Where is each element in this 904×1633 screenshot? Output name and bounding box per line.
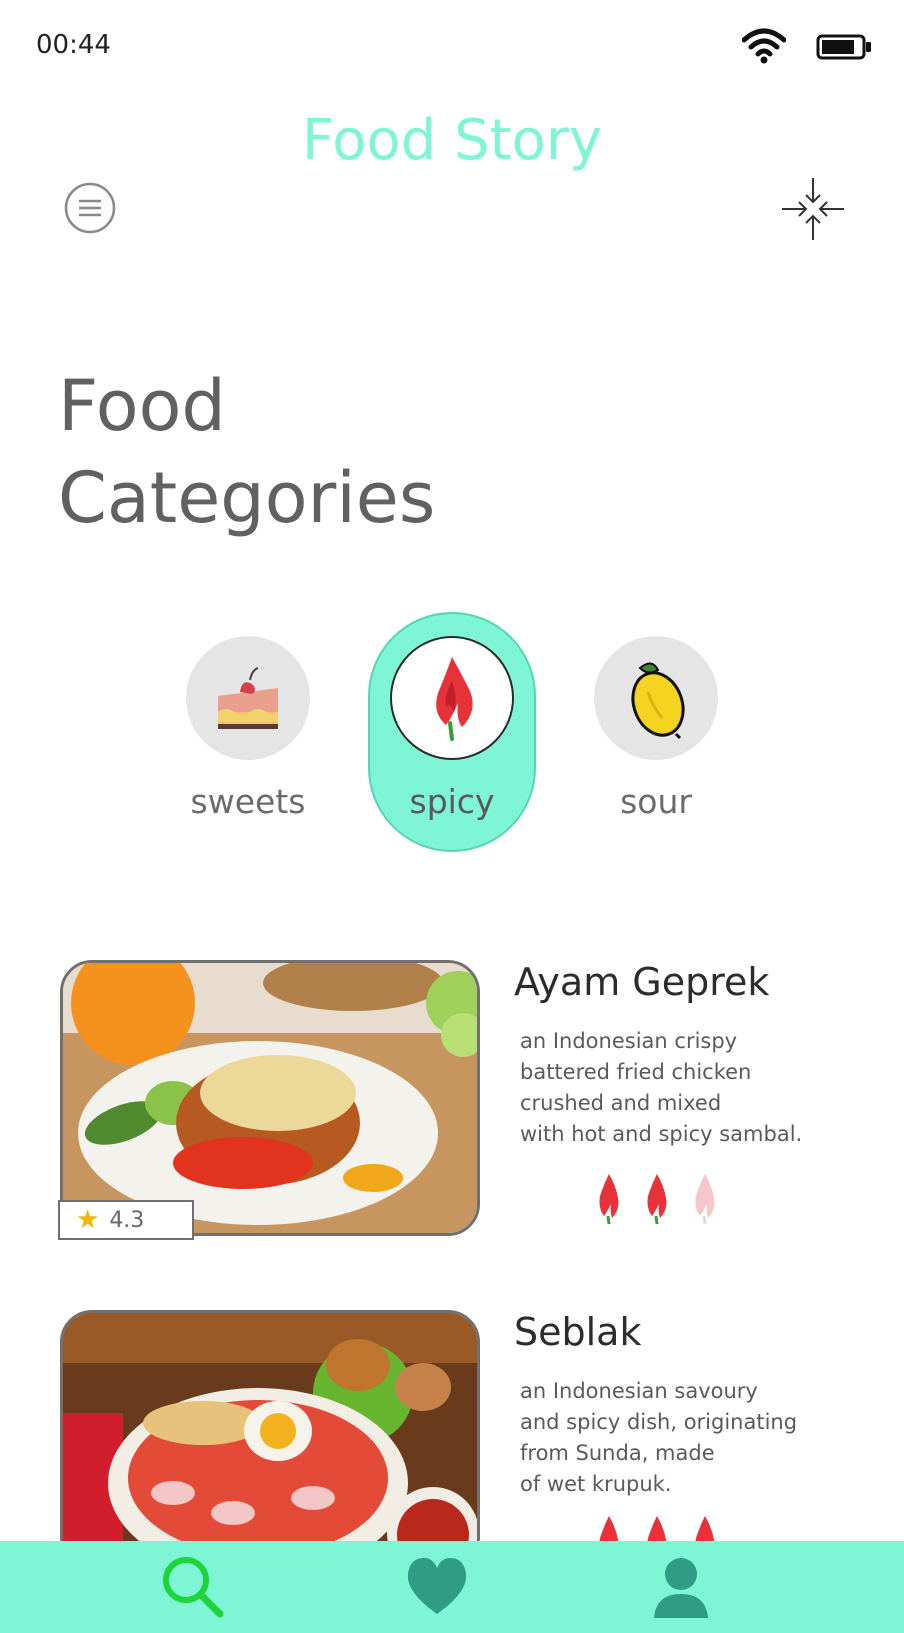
category-label-sweets: sweets bbox=[190, 782, 306, 821]
app-title: Food Story bbox=[301, 108, 602, 173]
star-icon: ★ bbox=[76, 1205, 100, 1235]
food-description: an Indonesian crispy battered fried chic… bbox=[520, 1029, 803, 1146]
rating-value: 4.3 bbox=[109, 1207, 145, 1233]
category-spicy[interactable]: spicy bbox=[386, 636, 518, 821]
page-title-line1: Food bbox=[58, 365, 226, 447]
food-description: an Indonesian savoury and spicy dish, or… bbox=[520, 1379, 798, 1496]
food-image-ayam-geprek[interactable] bbox=[60, 960, 480, 1236]
page-title: Food Categories bbox=[58, 360, 435, 544]
food-name[interactable]: Seblak bbox=[514, 1310, 641, 1354]
wifi-icon bbox=[742, 28, 786, 64]
chili-icon bbox=[647, 1174, 667, 1224]
heart-icon[interactable] bbox=[402, 1552, 472, 1622]
food-image-seblak[interactable] bbox=[60, 1310, 480, 1570]
category-sour[interactable]: sour bbox=[592, 636, 720, 821]
search-icon[interactable] bbox=[158, 1552, 228, 1622]
profile-icon[interactable] bbox=[646, 1552, 716, 1622]
food-name[interactable]: Ayam Geprek bbox=[514, 960, 769, 1004]
page-title-line2: Categories bbox=[58, 457, 436, 539]
chili-icon bbox=[599, 1174, 619, 1224]
menu-icon[interactable] bbox=[64, 182, 116, 234]
battery-icon bbox=[816, 34, 871, 60]
category-label-spicy: spicy bbox=[409, 782, 495, 821]
rating-badge: ★ 4.3 bbox=[58, 1200, 194, 1240]
spice-level bbox=[596, 1172, 718, 1224]
status-time: 00:44 bbox=[36, 30, 111, 60]
category-label-sour: sour bbox=[620, 782, 692, 821]
collapse-arrows-icon[interactable] bbox=[780, 176, 846, 242]
cake-icon bbox=[186, 636, 310, 760]
chili-icon-faded bbox=[695, 1174, 715, 1224]
chili-icon bbox=[390, 636, 514, 760]
category-sweets[interactable]: sweets bbox=[184, 636, 312, 821]
lemon-icon bbox=[594, 636, 718, 760]
